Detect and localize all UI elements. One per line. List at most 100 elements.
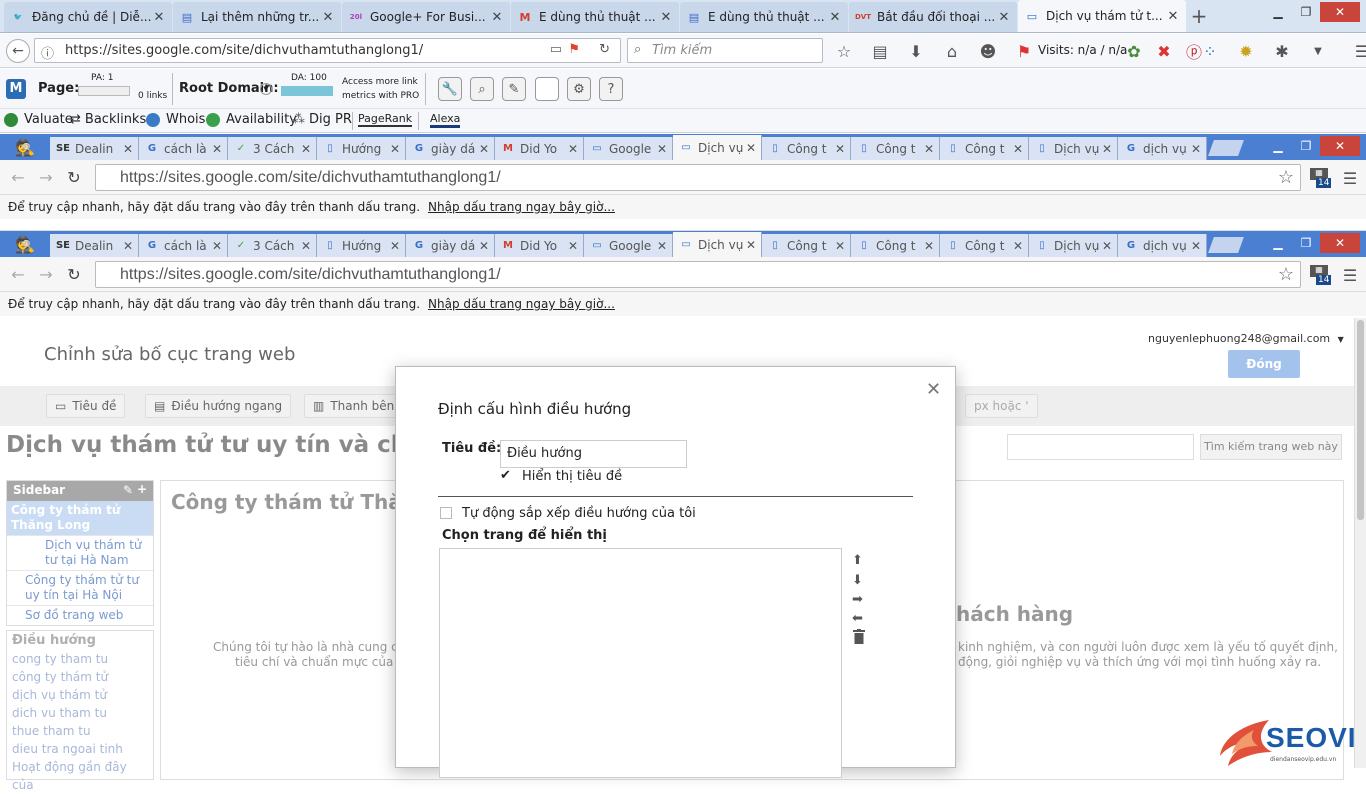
chrome-omnibox[interactable]: https://sites.google.com/site/dichvutham…	[95, 164, 1301, 191]
indent-right-icon[interactable]: ➡	[852, 592, 863, 607]
site-search-input[interactable]	[1007, 434, 1194, 460]
spider-icon[interactable]: ✱	[1270, 39, 1294, 63]
edit-pencil-icon[interactable]: ✎	[123, 483, 133, 497]
close-window-button[interactable]: ✕	[1320, 233, 1360, 253]
chrome-tab[interactable]: ▯ Công t ✕	[762, 137, 851, 160]
header-layout-button[interactable]: ▭ Tiêu đề	[46, 394, 126, 418]
close-tab-icon[interactable]: ✕	[834, 142, 846, 156]
minimize-button[interactable]: ▁	[1264, 136, 1292, 156]
wrench-icon[interactable]: 🔧	[438, 77, 462, 101]
dropdown-icon[interactable]: ▼	[1306, 39, 1330, 63]
minimize-button[interactable]: ▁	[1264, 2, 1292, 22]
auto-sort-checkbox[interactable]	[440, 507, 452, 519]
chrome-tab[interactable]: ▯ Công t ✕	[940, 234, 1029, 257]
chrome-tab[interactable]: ▭ Google ✕	[584, 137, 673, 160]
close-tab-icon[interactable]: ✕	[122, 239, 134, 253]
delete-trash-icon[interactable]	[853, 629, 865, 644]
new-tab-button[interactable]: +	[1187, 4, 1211, 28]
firefox-tab[interactable]: DVT Bắt đầu đối thoại ... ✕	[849, 2, 1017, 32]
chrome-tab[interactable]: Gdịch vụ ✕	[1118, 137, 1207, 160]
backlinks-button[interactable]: ⇄ Backlinks	[70, 112, 146, 127]
sidebar-item[interactable]: Công ty thám tử tư uy tín tại Hà Nội	[7, 571, 153, 606]
close-tab-icon[interactable]: ✕	[122, 142, 134, 156]
back-icon[interactable]: ←	[6, 165, 30, 189]
smiley-icon[interactable]: ☻	[976, 39, 1000, 63]
indent-left-icon[interactable]: ⬅	[852, 611, 863, 626]
close-tab-icon[interactable]: ✕	[1012, 142, 1024, 156]
chrome-tab[interactable]: Ggiày dá ✕	[406, 137, 495, 160]
firefox-tab[interactable]: ▤ E dùng thủ thuật ... ✕	[680, 2, 848, 32]
chrome-tab[interactable]: ▯ Dịch vụ ✕	[1029, 137, 1118, 160]
close-tab-icon[interactable]: ✕	[389, 239, 401, 253]
nav-link[interactable]: Hoạt động gần đây của	[12, 758, 148, 792]
firefox-tab[interactable]: ▤ Lại thêm những tr... ✕	[173, 2, 341, 32]
close-layout-button[interactable]: Đóng	[1228, 350, 1300, 378]
chrome-tab[interactable]: Gdịch vụ ✕	[1118, 234, 1207, 257]
close-tab-icon[interactable]: ✕	[1166, 9, 1180, 24]
chrome-tab[interactable]: ▯ Công t ✕	[851, 234, 940, 257]
close-tab-icon[interactable]: ✕	[478, 142, 490, 156]
valuate-button[interactable]: Valuate	[4, 112, 73, 127]
forward-icon[interactable]: →	[34, 165, 58, 189]
digpr-button[interactable]: ⁂ Dig PR	[292, 112, 352, 127]
chrome-tab[interactable]: ▯ Công t ✕	[940, 137, 1029, 160]
site-search-button[interactable]: Tìm kiếm trang web này	[1200, 434, 1342, 460]
firefox-search-box[interactable]: ⌕ Tìm kiếm	[627, 38, 823, 63]
chrome-tab[interactable]: ▯ Công t ✕	[851, 137, 940, 160]
blank-button[interactable]	[535, 77, 559, 101]
nav-link[interactable]: dich vu tham tu	[12, 704, 148, 722]
pagerank-button[interactable]: PageRank	[358, 112, 413, 127]
restore-button[interactable]: ❐	[1292, 2, 1320, 22]
close-tab-icon[interactable]: ✕	[834, 239, 846, 253]
close-tab-icon[interactable]: ✕	[1101, 142, 1113, 156]
chrome-tab[interactable]: ✓ 3 Cách ✕	[228, 234, 317, 257]
add-plus-icon[interactable]: +	[137, 482, 147, 496]
close-tab-icon[interactable]: ✕	[211, 239, 223, 253]
import-bookmarks-link[interactable]: Nhập dấu trang ngay bây giờ...	[428, 200, 615, 214]
nav-link[interactable]: cong ty tham tu	[12, 650, 148, 668]
close-tab-icon[interactable]: ✕	[567, 142, 579, 156]
download-icon[interactable]: ⬇	[904, 39, 928, 63]
dialog-close-icon[interactable]: ✕	[926, 379, 941, 400]
close-tab-icon[interactable]: ✕	[478, 239, 490, 253]
nav-link[interactable]: dịch vụ thám tử	[12, 686, 148, 704]
close-window-button[interactable]: ✕	[1320, 2, 1360, 22]
close-tab-icon[interactable]: ✕	[1101, 239, 1113, 253]
firefox-tab[interactable]: 20l Google+ For Busi... ✕	[342, 2, 510, 32]
pencil-icon[interactable]: ✎	[502, 77, 526, 101]
alexa-button[interactable]: Alexa	[430, 112, 461, 128]
restore-button[interactable]: ❐	[1292, 233, 1320, 253]
menu-icon[interactable]: ☰	[1338, 263, 1362, 287]
move-down-icon[interactable]: ⬇	[852, 573, 863, 588]
magnifier-icon[interactable]: ⌕	[470, 77, 494, 101]
restore-button[interactable]: ❐	[1292, 136, 1320, 156]
nav-link[interactable]: thue tham tu	[12, 722, 148, 740]
chrome-tab[interactable]: M Did Yo ✕	[495, 137, 584, 160]
blocked-icon[interactable]: ✖	[1152, 39, 1176, 63]
chrome-tab[interactable]: ▭ Dịch vụ ✕	[673, 232, 762, 257]
close-tab-icon[interactable]: ✕	[490, 10, 504, 25]
menu-icon[interactable]: ☰	[1350, 39, 1366, 63]
moz-logo-icon[interactable]: M	[6, 79, 26, 99]
chrome-tab[interactable]: ▭ Google ✕	[584, 234, 673, 257]
close-tab-icon[interactable]: ✕	[389, 142, 401, 156]
sidebar-item[interactable]: Sơ đồ trang web	[7, 606, 153, 625]
chrome-tab[interactable]: ▭ Dịch vụ ✕	[673, 135, 762, 160]
forward-icon[interactable]: →	[34, 262, 58, 286]
close-tab-icon[interactable]: ✕	[828, 10, 842, 25]
site-title[interactable]: Dịch vụ thám tử tư uy tín và chuyê	[6, 432, 454, 458]
scrollbar-thumb[interactable]	[1357, 320, 1364, 520]
extension-icon[interactable]: ✿	[1122, 39, 1146, 63]
firefox-tab[interactable]: 🐦 Đăng chủ đề | Diễ... ✕	[4, 2, 172, 32]
menu-icon[interactable]: ☰	[1338, 166, 1362, 190]
close-tab-icon[interactable]: ✕	[300, 239, 312, 253]
show-title-checkbox[interactable]: ✔	[500, 469, 514, 483]
flag-icon[interactable]: ⚑	[568, 42, 580, 57]
chrome-tab[interactable]: ▯ Công t ✕	[762, 234, 851, 257]
red-flag-icon[interactable]: ⚑	[1012, 39, 1036, 63]
availability-button[interactable]: Availability	[206, 112, 297, 127]
close-tab-icon[interactable]: ✕	[745, 238, 757, 252]
nav-link[interactable]: công ty thám tử	[12, 668, 148, 686]
close-tab-icon[interactable]: ✕	[656, 239, 668, 253]
firefox-tab[interactable]: M E dùng thủ thuật ... ✕	[511, 2, 679, 32]
